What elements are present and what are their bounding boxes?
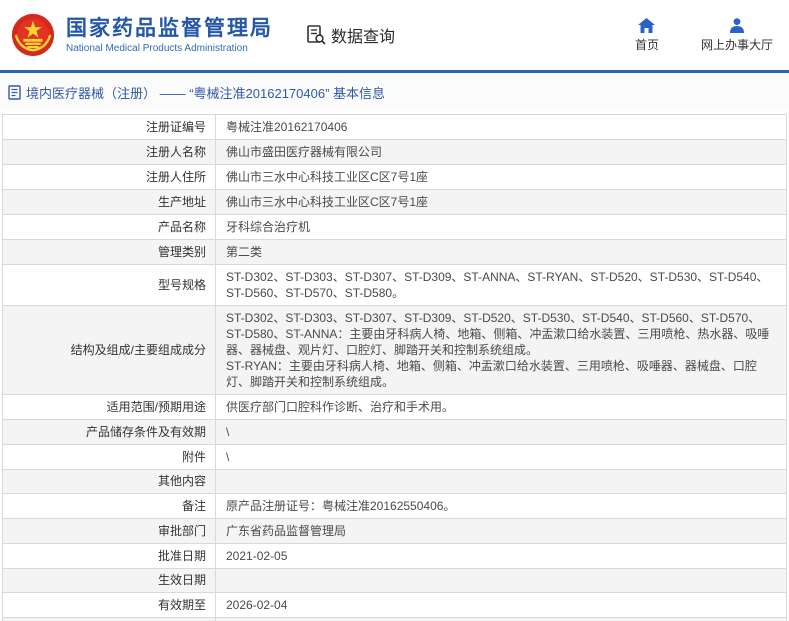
row-label: 批准日期	[3, 544, 216, 568]
table-row: 注册人住所 佛山市三水中心科技工业区C区7号1座	[3, 165, 786, 190]
row-label: 产品名称	[3, 215, 216, 239]
table-row: 适用范围/预期用途 供医疗部门口腔科作诊断、治疗和手术用。	[3, 395, 786, 420]
table-row: 有效期至 2026-02-04	[3, 593, 786, 618]
site-subtitle: National Medical Products Administration	[66, 43, 248, 55]
row-label: 型号规格	[3, 265, 216, 305]
row-value: ST-D302、ST-D303、ST-D307、ST-D309、ST-D520、…	[226, 311, 770, 389]
row-label: 注册人住所	[3, 165, 216, 189]
row-label: 审批部门	[3, 519, 216, 543]
row-value	[216, 470, 786, 493]
data-query-label: 数据查询	[331, 29, 396, 46]
nav-service-hall[interactable]: 网上办事大厅	[700, 17, 773, 53]
table-row: 附件 \	[3, 445, 786, 470]
nmpa-emblem-logo	[11, 13, 55, 57]
row-value: 粤械注准20162170406	[226, 120, 348, 134]
row-value: 佛山市盛田医疗器械有限公司	[226, 145, 383, 159]
table-row: 审批部门 广东省药品监督管理局	[3, 519, 786, 544]
row-value: 2021-02-05	[226, 549, 288, 563]
row-label: 注册证编号	[3, 115, 216, 139]
row-label: 有效期至	[3, 593, 216, 617]
row-value: 佛山市三水中心科技工业区C区7号1座	[226, 170, 429, 184]
person-icon	[729, 17, 744, 33]
table-row: 产品名称 牙科综合治疗机	[3, 215, 786, 240]
info-table: 注册证编号 粤械注准20162170406 注册人名称 佛山市盛田医疗器械有限公司 注册…	[2, 114, 787, 621]
nav-home[interactable]: 首页	[634, 17, 659, 53]
table-row: 生产地址 佛山市三水中心科技工业区C区7号1座	[3, 190, 786, 215]
row-label: 生效日期	[3, 569, 216, 592]
row-label: 备注	[3, 494, 216, 518]
row-value: 广东省药品监督管理局	[226, 524, 347, 538]
breadcrumb-text: 境内医疗器械（注册） —— “粤械注准20162170406” 基本信息	[26, 85, 386, 101]
row-value: \	[226, 450, 230, 464]
table-row: 批准日期 2021-02-05	[3, 544, 786, 569]
row-value: \	[226, 425, 230, 439]
row-value: ST-D302、ST-D303、ST-D307、ST-D309、ST-ANNA、…	[226, 270, 769, 300]
breadcrumb: 境内医疗器械（注册） —— “粤械注准20162170406” 基本信息	[0, 73, 789, 111]
row-value: 原产品注册证号：粤械注准20162550406。	[226, 499, 456, 513]
table-row: 注册人名称 佛山市盛田医疗器械有限公司	[3, 140, 786, 165]
row-value: 佛山市三水中心科技工业区C区7号1座	[226, 195, 429, 209]
table-row: 注册证编号 粤械注准20162170406	[3, 115, 786, 140]
document-icon	[8, 84, 21, 100]
row-value: 第二类	[226, 245, 263, 259]
row-value: 牙科综合治疗机	[226, 220, 311, 234]
table-row: 产品储存条件及有效期 \	[3, 420, 786, 445]
table-row: 备注 原产品注册证号：粤械注准20162550406。	[3, 494, 786, 519]
row-label: 生产地址	[3, 190, 216, 214]
table-row: 其他内容	[3, 470, 786, 494]
row-label: 注册人名称	[3, 140, 216, 164]
data-query-tab[interactable]: 数据查询	[305, 23, 395, 47]
table-row: 型号规格 ST-D302、ST-D303、ST-D307、ST-D309、ST-A…	[3, 265, 786, 306]
row-label: 附件	[3, 445, 216, 469]
row-label: 适用范围/预期用途	[3, 395, 216, 419]
row-label: 管理类别	[3, 240, 216, 264]
home-icon	[638, 17, 656, 33]
table-row: 生效日期	[3, 569, 786, 593]
row-value: 2026-02-04	[226, 598, 288, 612]
row-label: 其他内容	[3, 470, 216, 493]
site-header: 国家药品监督管理局 National Medical Products Admi…	[0, 0, 789, 73]
row-label: 结构及组成/主要组成成分	[3, 306, 216, 394]
nav-service-hall-label: 网上办事大厅	[700, 37, 773, 52]
nav-home-label: 首页	[634, 37, 659, 52]
row-value: 供医疗部门口腔科作诊断、治疗和手术用。	[226, 400, 455, 414]
site-title: 国家药品监督管理局	[66, 16, 273, 40]
row-value	[216, 569, 786, 592]
row-label: 产品储存条件及有效期	[3, 420, 216, 444]
table-row: 管理类别 第二类	[3, 240, 786, 265]
document-search-icon	[307, 25, 326, 45]
table-row: 结构及组成/主要组成成分 ST-D302、ST-D303、ST-D307、ST-D…	[3, 306, 786, 395]
site-title-block: 国家药品监督管理局 National Medical Products Admi…	[66, 16, 273, 54]
